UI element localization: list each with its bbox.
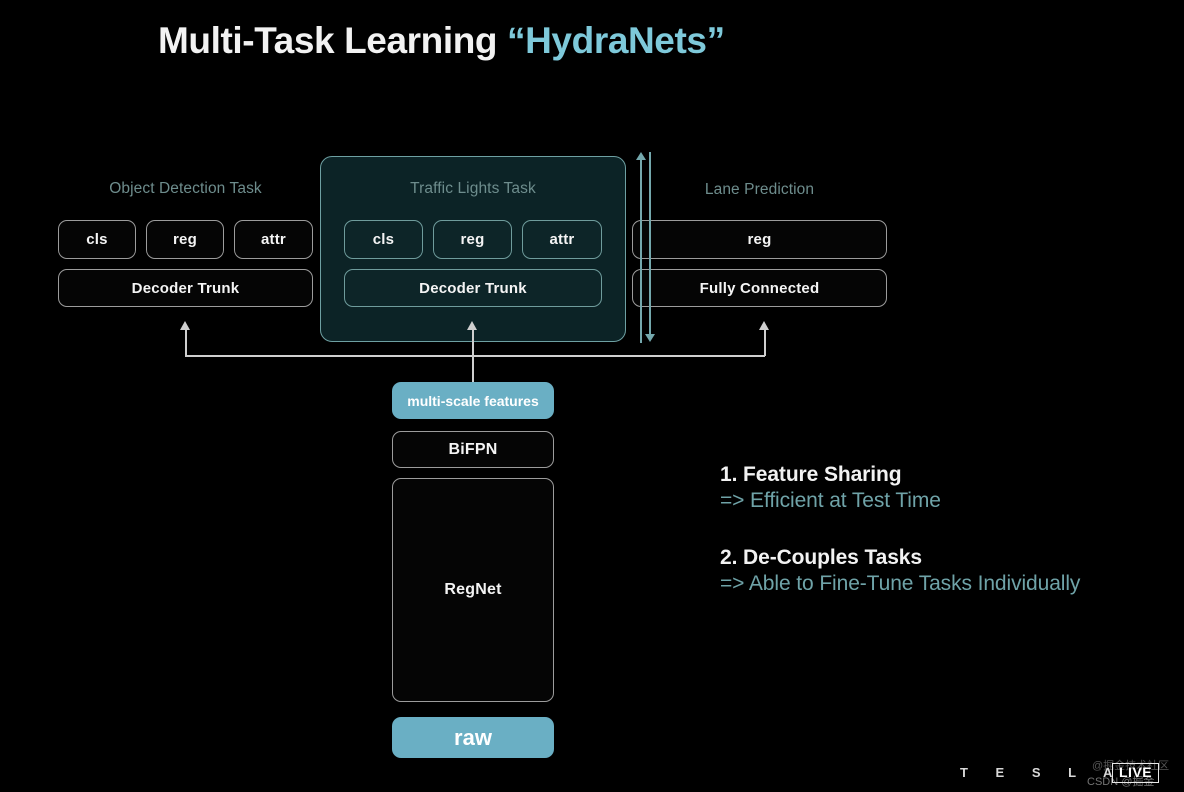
node-regnet[interactable]: RegNet — [392, 478, 554, 702]
teal-arrow-up-line — [640, 159, 642, 343]
node-raw-input[interactable]: raw — [392, 717, 554, 758]
teal-arrow-down-head — [645, 334, 655, 342]
node-object-detection-attr[interactable]: attr — [234, 220, 313, 259]
node-traffic-lights-cls[interactable]: cls — [344, 220, 423, 259]
node-bifpn[interactable]: BiFPN — [392, 431, 554, 468]
node-traffic-lights-reg[interactable]: reg — [433, 220, 512, 259]
node-multi-scale-features[interactable]: multi-scale features — [392, 382, 554, 419]
task-header-traffic-lights: Traffic Lights Task — [410, 180, 536, 197]
page-title-main: Multi-Task Learning — [158, 20, 508, 61]
branch-arrow-traffic-lights — [467, 321, 477, 330]
slide-canvas: Multi-Task Learning “HydraNets” Object D… — [0, 0, 1184, 792]
node-lane-prediction-reg[interactable]: reg — [632, 220, 887, 259]
teal-arrow-down-line — [649, 152, 651, 334]
page-title-accent: “HydraNets” — [507, 20, 725, 61]
backbone-stem-line — [472, 355, 474, 382]
bullet-2-sub: => Able to Fine-Tune Tasks Individually — [720, 572, 1081, 595]
node-object-detection-cls[interactable]: cls — [58, 220, 136, 259]
bullet-1-sub: => Efficient at Test Time — [720, 489, 941, 512]
node-object-detection-decoder-trunk[interactable]: Decoder Trunk — [58, 269, 313, 307]
branch-line-lane-prediction — [764, 329, 766, 356]
page-title: Multi-Task Learning “HydraNets” — [158, 20, 725, 62]
node-traffic-lights-decoder-trunk[interactable]: Decoder Trunk — [344, 269, 602, 307]
live-badge: LIVE — [1112, 763, 1160, 783]
bullet-2-title: 2. De-Couples Tasks — [720, 546, 922, 569]
node-object-detection-reg[interactable]: reg — [146, 220, 224, 259]
branch-arrow-lane-prediction — [759, 321, 769, 330]
branch-line-traffic-lights — [472, 329, 474, 356]
task-header-object-detection: Object Detection Task — [109, 180, 262, 197]
bullet-1-title: 1. Feature Sharing — [720, 463, 902, 486]
task-header-lane-prediction: Lane Prediction — [704, 181, 815, 198]
backbone-fanout-bus — [185, 355, 765, 357]
node-lane-prediction-fully-connected[interactable]: Fully Connected — [632, 269, 887, 307]
node-traffic-lights-attr[interactable]: attr — [522, 220, 602, 259]
branch-line-object-detection — [185, 329, 187, 356]
branch-arrow-object-detection — [180, 321, 190, 330]
